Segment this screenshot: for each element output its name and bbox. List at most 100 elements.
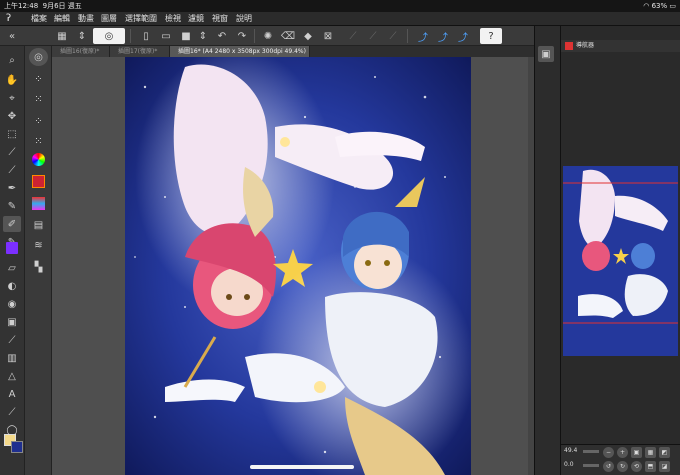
figure-tool-icon[interactable]: ⟋ — [3, 332, 21, 348]
text-tool-icon[interactable]: A — [3, 386, 21, 402]
color-set-icon[interactable] — [29, 172, 48, 190]
gradient-tool-icon[interactable]: ▣ — [3, 314, 21, 330]
arrows-icon[interactable]: ⇕ — [195, 28, 211, 44]
eyedropper-icon[interactable]: ⟋ — [3, 162, 21, 178]
tab-document-2[interactable]: 插圖17(復原)* — [110, 46, 170, 57]
up-down-arrows-icon[interactable]: ⇕ — [74, 28, 90, 44]
clear-icon[interactable]: ⌫ — [280, 28, 296, 44]
zoom-out-icon[interactable]: − — [603, 447, 614, 458]
illustration-canvas[interactable] — [125, 57, 471, 475]
brush-dots-icon[interactable]: ⁙ — [29, 90, 48, 108]
menu-help[interactable]: 說明 — [236, 12, 252, 26]
redo-icon[interactable]: ↷ — [234, 28, 250, 44]
zoom-tool-icon[interactable]: ⌕ — [3, 52, 21, 68]
ruler-tool-icon[interactable]: △ — [3, 368, 21, 384]
quick-access-button[interactable]: ◎ — [93, 28, 125, 44]
rotate-left-icon[interactable]: ↺ — [603, 461, 614, 472]
menu-view[interactable]: 檢視 — [165, 12, 181, 26]
navigator-thumbnail[interactable] — [563, 166, 678, 356]
new-file-icon[interactable]: ▯ — [138, 28, 154, 44]
menu-select[interactable]: 選擇範圍 — [125, 12, 157, 26]
flip-vertical-icon[interactable]: ⬒ — [645, 461, 656, 472]
tab-document-1[interactable]: 插圖16(復原)* — [52, 46, 110, 57]
intermediate-color-icon[interactable] — [29, 194, 48, 212]
navigator-panel: 導航器 49.4 0.0 − + ▣ ▦ ◩ ↺ ↻ ⟲ ⬒ ◪ — [560, 26, 680, 475]
angle-value[interactable]: 0.0 — [564, 461, 574, 468]
scatter2-icon[interactable]: ⁙ — [29, 132, 48, 150]
battery-icon: ▭ — [669, 2, 676, 10]
scatter-icon[interactable]: ⁘ — [29, 112, 48, 130]
navigator-title: 導航器 — [576, 42, 595, 49]
transform-icon[interactable]: ⊠ — [320, 28, 336, 44]
hand-tool-icon[interactable]: ✋ — [3, 72, 21, 88]
collapse-left-icon[interactable]: « — [4, 28, 20, 44]
invert-selection-icon[interactable]: ⟋ — [365, 28, 381, 44]
grid-menu-icon[interactable]: ▦ — [54, 28, 70, 44]
tab-label: 插圖16(復原)* — [60, 48, 100, 55]
status-time: 上午12:48 — [4, 2, 39, 10]
navigator-tab-icon — [565, 42, 573, 50]
tool-palette: ⌕ ✋ ⌖ ✥ ⬚ ⟋ ⟋ ✒ ✎ ✐ ✎ ▱ ◐ ◉ ▣ ⟋ ▥ △ A ⟋ … — [0, 46, 25, 475]
angle-slider[interactable] — [583, 464, 599, 467]
menu-window[interactable]: 視窗 — [212, 12, 228, 26]
navigator-controls: 49.4 0.0 − + ▣ ▦ ◩ ↺ ↻ ⟲ ⬒ ◪ — [561, 444, 680, 475]
zoom-value[interactable]: 49.4 — [564, 447, 577, 454]
snap-special-icon[interactable]: ⤴ — [455, 28, 471, 44]
pen-tool-icon[interactable]: ✒ — [3, 180, 21, 196]
save-icon[interactable]: ■ — [178, 28, 194, 44]
reset-rotation-icon[interactable]: ⟲ — [631, 461, 642, 472]
loading-icon[interactable]: ✺ — [260, 28, 276, 44]
actual-size-icon[interactable]: ▦ — [645, 447, 656, 458]
navigator-panel-icon[interactable]: ▣ — [538, 46, 554, 62]
operation-tool-icon[interactable]: ⌖ — [3, 90, 21, 106]
menu-animation[interactable]: 動畫 — [78, 12, 94, 26]
open-folder-icon[interactable]: ▭ — [158, 28, 174, 44]
navigator-title-bar: 導航器 — [561, 40, 680, 52]
purple-color-swatch[interactable] — [6, 242, 18, 254]
status-time-date: 上午12:48 9月6日 週五 — [4, 0, 82, 12]
wifi-icon: ◠ — [643, 2, 650, 10]
canvas-workspace[interactable] — [52, 57, 534, 475]
snap-grid-icon[interactable]: ⤴ — [435, 28, 451, 44]
deselect-icon[interactable]: ⟋ — [345, 28, 361, 44]
tab-document-active[interactable]: 插圖16* (A4 2480 x 3508px 300dpi 49.4%) — [170, 46, 310, 57]
eraser-tool-icon[interactable]: ▱ — [3, 260, 21, 276]
tab-label: 插圖17(復原)* — [118, 48, 158, 55]
pencil-tool-icon[interactable]: ✎ — [3, 198, 21, 214]
sub-color-swatch[interactable] — [11, 441, 23, 453]
illustration-artwork — [125, 57, 471, 475]
auto-select-icon[interactable]: ⟋ — [3, 144, 21, 160]
crop-icon[interactable]: ⟋ — [385, 28, 401, 44]
menu-file[interactable]: 檔案 — [31, 12, 47, 26]
brush-tool-icon[interactable]: ✐ — [3, 216, 21, 232]
menu-layer[interactable]: 圖層 — [101, 12, 117, 26]
fit-screen-icon[interactable]: ▣ — [631, 447, 642, 458]
snap-ruler-icon[interactable]: ⤴ — [415, 28, 431, 44]
layer-icon[interactable]: ≋ — [29, 236, 48, 254]
move-tool-icon[interactable]: ✥ — [3, 108, 21, 124]
selection-tool-icon[interactable]: ⬚ — [3, 126, 21, 142]
undo-icon[interactable]: ↶ — [214, 28, 230, 44]
menu-edit[interactable]: 編輯 — [54, 12, 70, 26]
color-history-icon[interactable]: ▤ — [29, 216, 48, 234]
flip-horizontal-icon[interactable]: ◩ — [659, 447, 670, 458]
rotate-right-icon[interactable]: ↻ — [617, 461, 628, 472]
layer-property-icon[interactable]: ▚ — [29, 258, 48, 276]
correct-line-tool-icon[interactable]: ⟋ — [3, 404, 21, 420]
help-button[interactable]: ? — [480, 28, 502, 44]
menu-filter[interactable]: 濾鏡 — [188, 12, 204, 26]
zoom-circle-icon[interactable]: ◎ — [29, 48, 48, 66]
app-logo-icon[interactable]: ʔ — [6, 13, 18, 25]
color-wheel-icon[interactable] — [29, 150, 48, 168]
frame-tool-icon[interactable]: ▥ — [3, 350, 21, 366]
navigator-menu-icon[interactable]: ◪ — [659, 461, 670, 472]
fill-tool-icon[interactable]: ◉ — [3, 296, 21, 312]
zoom-in-icon[interactable]: + — [617, 447, 628, 458]
fill-icon[interactable]: ◆ — [300, 28, 316, 44]
divider — [407, 29, 408, 43]
blend-tool-icon[interactable]: ◐ — [3, 278, 21, 294]
brush-set-icon[interactable]: ⁘ — [29, 70, 48, 88]
sub-tool-palette: ◎ ⁘ ⁙ ⁘ ⁙ ▤ ≋ ▚ — [25, 46, 52, 475]
battery-percent: 63% — [651, 2, 668, 10]
zoom-slider[interactable] — [583, 450, 599, 453]
